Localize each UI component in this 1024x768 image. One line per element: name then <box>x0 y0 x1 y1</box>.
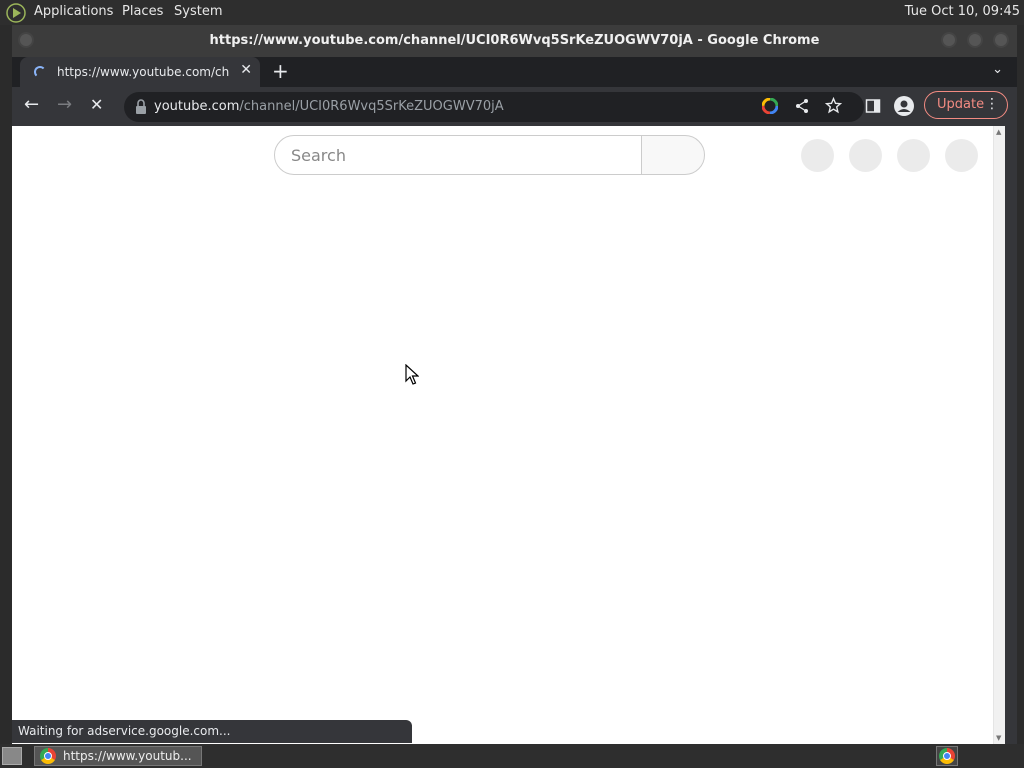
placeholder-icon-3[interactable] <box>897 139 930 172</box>
url-host: youtube.com <box>154 99 240 114</box>
chrome-window: https://www.youtube.com/channel/UCI0R6Wv… <box>12 25 1017 744</box>
loading-spinner-icon <box>34 66 46 78</box>
placeholder-icon-2[interactable] <box>849 139 882 172</box>
new-tab-button[interactable]: + <box>272 59 289 83</box>
chrome-icon <box>40 748 56 764</box>
menu-places[interactable]: Places <box>122 4 163 19</box>
show-desktop-icon[interactable] <box>2 747 22 765</box>
top-panel: Applications Places System Tue Oct 10, 0… <box>0 0 1024 25</box>
bottom-taskbar: https://www.youtub... <box>0 744 1024 768</box>
google-icon[interactable] <box>762 98 778 114</box>
address-text[interactable]: youtube.com/channel/UCI0R6Wvq5SrKeZUOGWV… <box>154 99 504 114</box>
close-window-button[interactable] <box>993 32 1009 48</box>
chrome-icon <box>939 748 955 764</box>
share-icon[interactable] <box>794 98 810 114</box>
tab-title: https://www.youtube.com/channel/UCI0R6Wv… <box>57 65 229 79</box>
chrome-menu-icon[interactable]: ⋮ <box>985 96 999 112</box>
search-input[interactable]: Search <box>274 135 642 175</box>
status-bubble: Waiting for adservice.google.com... <box>12 720 412 743</box>
scroll-up-arrow-icon[interactable]: ▲ <box>996 128 1001 136</box>
lock-icon[interactable] <box>134 98 148 116</box>
search-placeholder: Search <box>291 146 346 165</box>
vertical-scrollbar[interactable]: ▲ ▼ <box>993 126 1005 744</box>
tab-strip: https://www.youtube.com/channel/UCI0R6Wv… <box>12 57 1017 87</box>
menu-system[interactable]: System <box>174 4 222 19</box>
tab-search-chevron-icon[interactable]: ⌄ <box>992 62 1003 77</box>
page-content: Search ▲ ▼ <box>12 126 1005 744</box>
menu-applications[interactable]: Applications <box>34 4 113 19</box>
gnome-logo-icon[interactable] <box>6 3 26 23</box>
tab-close-icon[interactable]: ✕ <box>240 62 252 78</box>
maximize-button[interactable] <box>967 32 983 48</box>
address-bar[interactable]: youtube.com/channel/UCI0R6Wvq5SrKeZUOGWV… <box>124 92 864 122</box>
back-button[interactable]: ← <box>24 95 39 115</box>
placeholder-icon-1[interactable] <box>801 139 834 172</box>
update-label: Update <box>937 97 985 112</box>
url-path: /channel/UCI0R6Wvq5SrKeZUOGWV70jA <box>239 99 504 114</box>
scroll-down-arrow-icon[interactable]: ▼ <box>996 734 1001 742</box>
stop-loading-button[interactable]: ✕ <box>90 95 103 115</box>
side-panel-icon[interactable] <box>865 98 881 114</box>
tray-chrome-icon[interactable] <box>936 746 958 766</box>
bookmark-star-icon[interactable] <box>825 97 842 114</box>
window-title: https://www.youtube.com/channel/UCI0R6Wv… <box>209 33 820 48</box>
mouse-cursor-icon <box>405 364 419 385</box>
window-titlebar[interactable]: https://www.youtube.com/channel/UCI0R6Wv… <box>12 25 1017 57</box>
minimize-button[interactable] <box>941 32 957 48</box>
search-button[interactable] <box>641 135 705 175</box>
forward-button[interactable]: → <box>57 95 72 115</box>
profile-icon[interactable] <box>894 96 914 116</box>
taskbar-window-button[interactable]: https://www.youtub... <box>34 746 202 766</box>
tab-active[interactable]: https://www.youtube.com/channel/UCI0R6Wv… <box>20 57 260 87</box>
clock[interactable]: Tue Oct 10, 09:45 <box>905 4 1020 19</box>
taskbar-window-label: https://www.youtub... <box>63 749 192 763</box>
browser-toolbar: ← → ✕ youtube.com/channel/UCI0R6Wvq5SrKe… <box>12 87 1017 126</box>
update-button[interactable]: Update ⋮ <box>924 91 1008 119</box>
placeholder-avatar[interactable] <box>945 139 978 172</box>
